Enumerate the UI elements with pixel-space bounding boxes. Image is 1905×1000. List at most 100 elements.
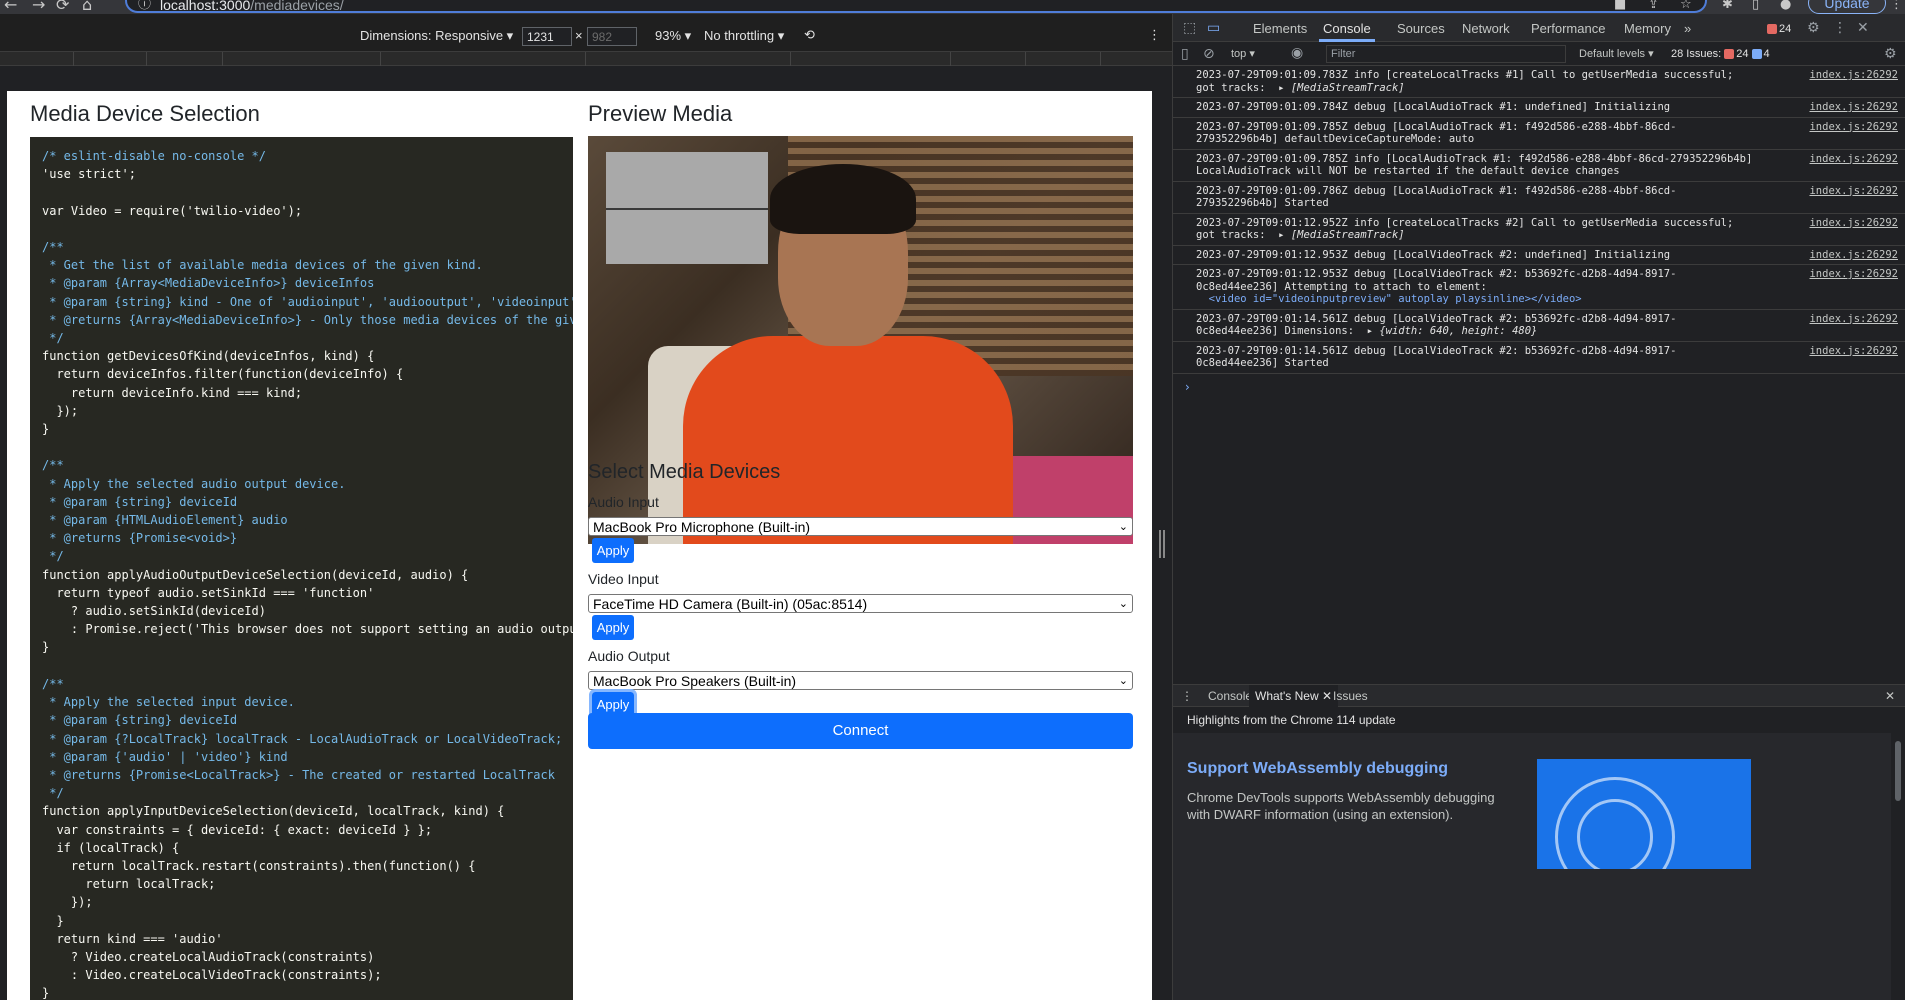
forward-icon[interactable]: → [32,0,45,14]
code-line: if (localTrack) { [42,840,180,855]
issues-counter[interactable]: 28 Issues: 24 4 [1671,48,1770,60]
chevron-down-icon: ⌄ [1118,520,1128,533]
media-query-ruler[interactable] [0,52,1172,66]
sidebar-toggle-icon[interactable]: ▯ [1181,46,1189,62]
chevron-down-icon: ⌄ [1118,674,1128,687]
extensions-icon[interactable]: ✱ [1722,0,1733,14]
throttling-dropdown[interactable]: No throttling ▾ [704,29,784,43]
console-object-preview[interactable]: {width: 640, height: 480} [1379,325,1537,337]
error-count-badge[interactable]: 24 [1767,23,1791,35]
zoom-dropdown[interactable]: 93% ▾ [655,29,691,43]
console-source-link[interactable]: index.js:26292 [1809,249,1898,262]
apply-audio-input-button[interactable]: Apply [592,538,634,563]
browser-menu-icon[interactable]: ⋮ [1890,0,1903,14]
console-filter-bar: ▯ ⊘ top ▾ ◉ Filter Default levels ▾ 28 I… [1173,42,1905,66]
inspect-element-icon[interactable]: ⬚ [1183,20,1196,36]
connect-button[interactable]: Connect [588,713,1133,749]
settings-gear-icon[interactable]: ⚙ [1807,20,1820,36]
drawer-tab-console[interactable]: Console [1208,690,1252,703]
tab-sources[interactable]: Sources [1397,22,1445,36]
apply-video-input-button[interactable]: Apply [592,615,634,640]
device-toolbar: Dimensions: Responsive ▾ 1231 × 982 93% … [0,14,1172,52]
code-line: /* eslint-disable no-console */ [42,149,266,163]
console-source-link[interactable]: index.js:26292 [1809,69,1898,82]
console-element-link[interactable]: <video id="videoinputpreview" autoplay p… [1196,293,1756,306]
bookmark-star-icon[interactable]: ☆ [1680,0,1692,14]
console-source-link[interactable]: index.js:26292 [1809,101,1898,114]
console-source-link[interactable]: index.js:26292 [1809,185,1898,198]
viewport-height-input[interactable]: 982 [587,27,637,46]
camera-icon[interactable]: ■ [1614,0,1626,14]
close-tab-icon[interactable]: ✕ [1322,689,1332,703]
console-source-link[interactable]: index.js:26292 [1809,121,1898,134]
code-line: * @param {?LocalTrack} localTrack - Loca… [42,731,563,746]
rotate-icon[interactable]: ⟲ [804,29,815,43]
console-source-link[interactable]: index.js:26292 [1809,268,1898,281]
url-text[interactable]: localhost:3000/mediadevices/ [160,0,344,14]
live-expression-eye-icon[interactable]: ◉ [1291,45,1303,61]
code-line: * @param {string} deviceId [42,713,238,728]
code-line: return localTrack.restart(constraints).t… [42,858,476,873]
drawer-scrollbar[interactable] [1895,741,1901,801]
whats-new-title[interactable]: Support WebAssembly debugging [1187,760,1448,778]
console-log-message: 2023-07-29T09:01:09.785Z debug [LocalAud… [1196,120,1677,146]
console-object-preview[interactable]: [MediaStreamTrack] [1291,229,1405,241]
profile-avatar-icon[interactable]: ● [1780,0,1791,14]
log-levels-dropdown[interactable]: Default levels ▾ [1579,48,1654,60]
console-source-link[interactable]: index.js:26292 [1809,217,1898,230]
more-tabs-icon[interactable]: » [1684,22,1691,36]
audio-input-select[interactable]: MacBook Pro Microphone (Built-in) ⌄ [588,517,1133,536]
drawer-menu-icon[interactable]: ⋮ [1181,690,1193,703]
back-icon[interactable]: ← [4,0,17,14]
viewport-width-input[interactable]: 1231 [522,27,572,46]
console-source-link[interactable]: index.js:26292 [1809,313,1898,326]
code-line: : Promise.reject('This browser does not … [70,622,573,637]
code-line: /** [42,458,64,473]
tab-memory[interactable]: Memory [1624,22,1671,36]
side-panel-icon[interactable]: ▯ [1752,0,1759,14]
web-page: Media Device Selection /* eslint-disable… [7,91,1152,1000]
code-line: return deviceInfo.kind === kind; [42,385,303,400]
devtools-panel: ⬚ ▭ Elements Console Sources Network Per… [1172,14,1905,1000]
device-toggle-icon[interactable]: ▭ [1207,20,1220,36]
console-settings-gear-icon[interactable]: ⚙ [1884,46,1897,62]
viewport-resize-handle[interactable] [1159,530,1165,558]
video-input-select[interactable]: FaceTime HD Camera (Built-in) (05ac:8514… [588,594,1133,613]
audio-output-select[interactable]: MacBook Pro Speakers (Built-in) ⌄ [588,671,1133,690]
drawer-tab-issues[interactable]: Issues [1333,690,1368,703]
update-button[interactable]: Update [1808,0,1886,14]
console-prompt-icon[interactable]: › [1185,380,1190,394]
tab-performance[interactable]: Performance [1531,22,1605,36]
code-line: */ [42,549,64,564]
console-log-entry: 2023-07-29T09:01:09.786Z debug [LocalAud… [1173,182,1905,214]
share-icon[interactable]: ⇪ [1648,0,1659,14]
context-selector[interactable]: top ▾ [1231,48,1255,60]
site-info-icon[interactable]: ⓘ [138,0,151,14]
reload-icon[interactable]: ⟳ [56,0,69,14]
close-drawer-icon[interactable]: ✕ [1885,690,1895,703]
console-source-link[interactable]: index.js:26292 [1809,345,1898,358]
tab-elements[interactable]: Elements [1253,22,1307,36]
devtools-menu-icon[interactable]: ⋮ [1833,20,1847,36]
tab-network[interactable]: Network [1462,22,1510,36]
drawer-tab-whats-new[interactable]: What's New ✕ [1249,685,1339,707]
console-source-link[interactable]: index.js:26292 [1809,153,1898,166]
code-line: * @returns {Promise<void>} [42,531,238,546]
code-line: } [42,913,64,928]
code-line: * Apply the selected audio output device… [42,476,346,491]
home-icon[interactable]: ⌂ [82,0,92,14]
dimensions-dropdown[interactable]: Dimensions: Responsive ▾ [360,29,513,43]
media-device-selection-heading: Media Device Selection [30,101,260,126]
code-line: * @param {'audio' | 'video'} kind [42,749,288,764]
console-log-message: 2023-07-29T09:01:09.786Z debug [LocalAud… [1196,184,1677,210]
address-bar[interactable] [125,0,1707,13]
close-devtools-icon[interactable]: ✕ [1857,20,1869,36]
clear-console-icon[interactable]: ⊘ [1203,46,1215,62]
device-toolbar-menu-icon[interactable]: ⋮ [1148,29,1161,43]
console-log-entry: 2023-07-29T09:01:14.561Z debug [LocalVid… [1173,310,1905,342]
tab-console[interactable]: Console [1323,22,1371,36]
console-filter-input[interactable]: Filter [1326,45,1566,63]
chevron-down-icon: ⌄ [1118,597,1128,610]
console-object-preview[interactable]: [MediaStreamTrack] [1291,82,1405,94]
